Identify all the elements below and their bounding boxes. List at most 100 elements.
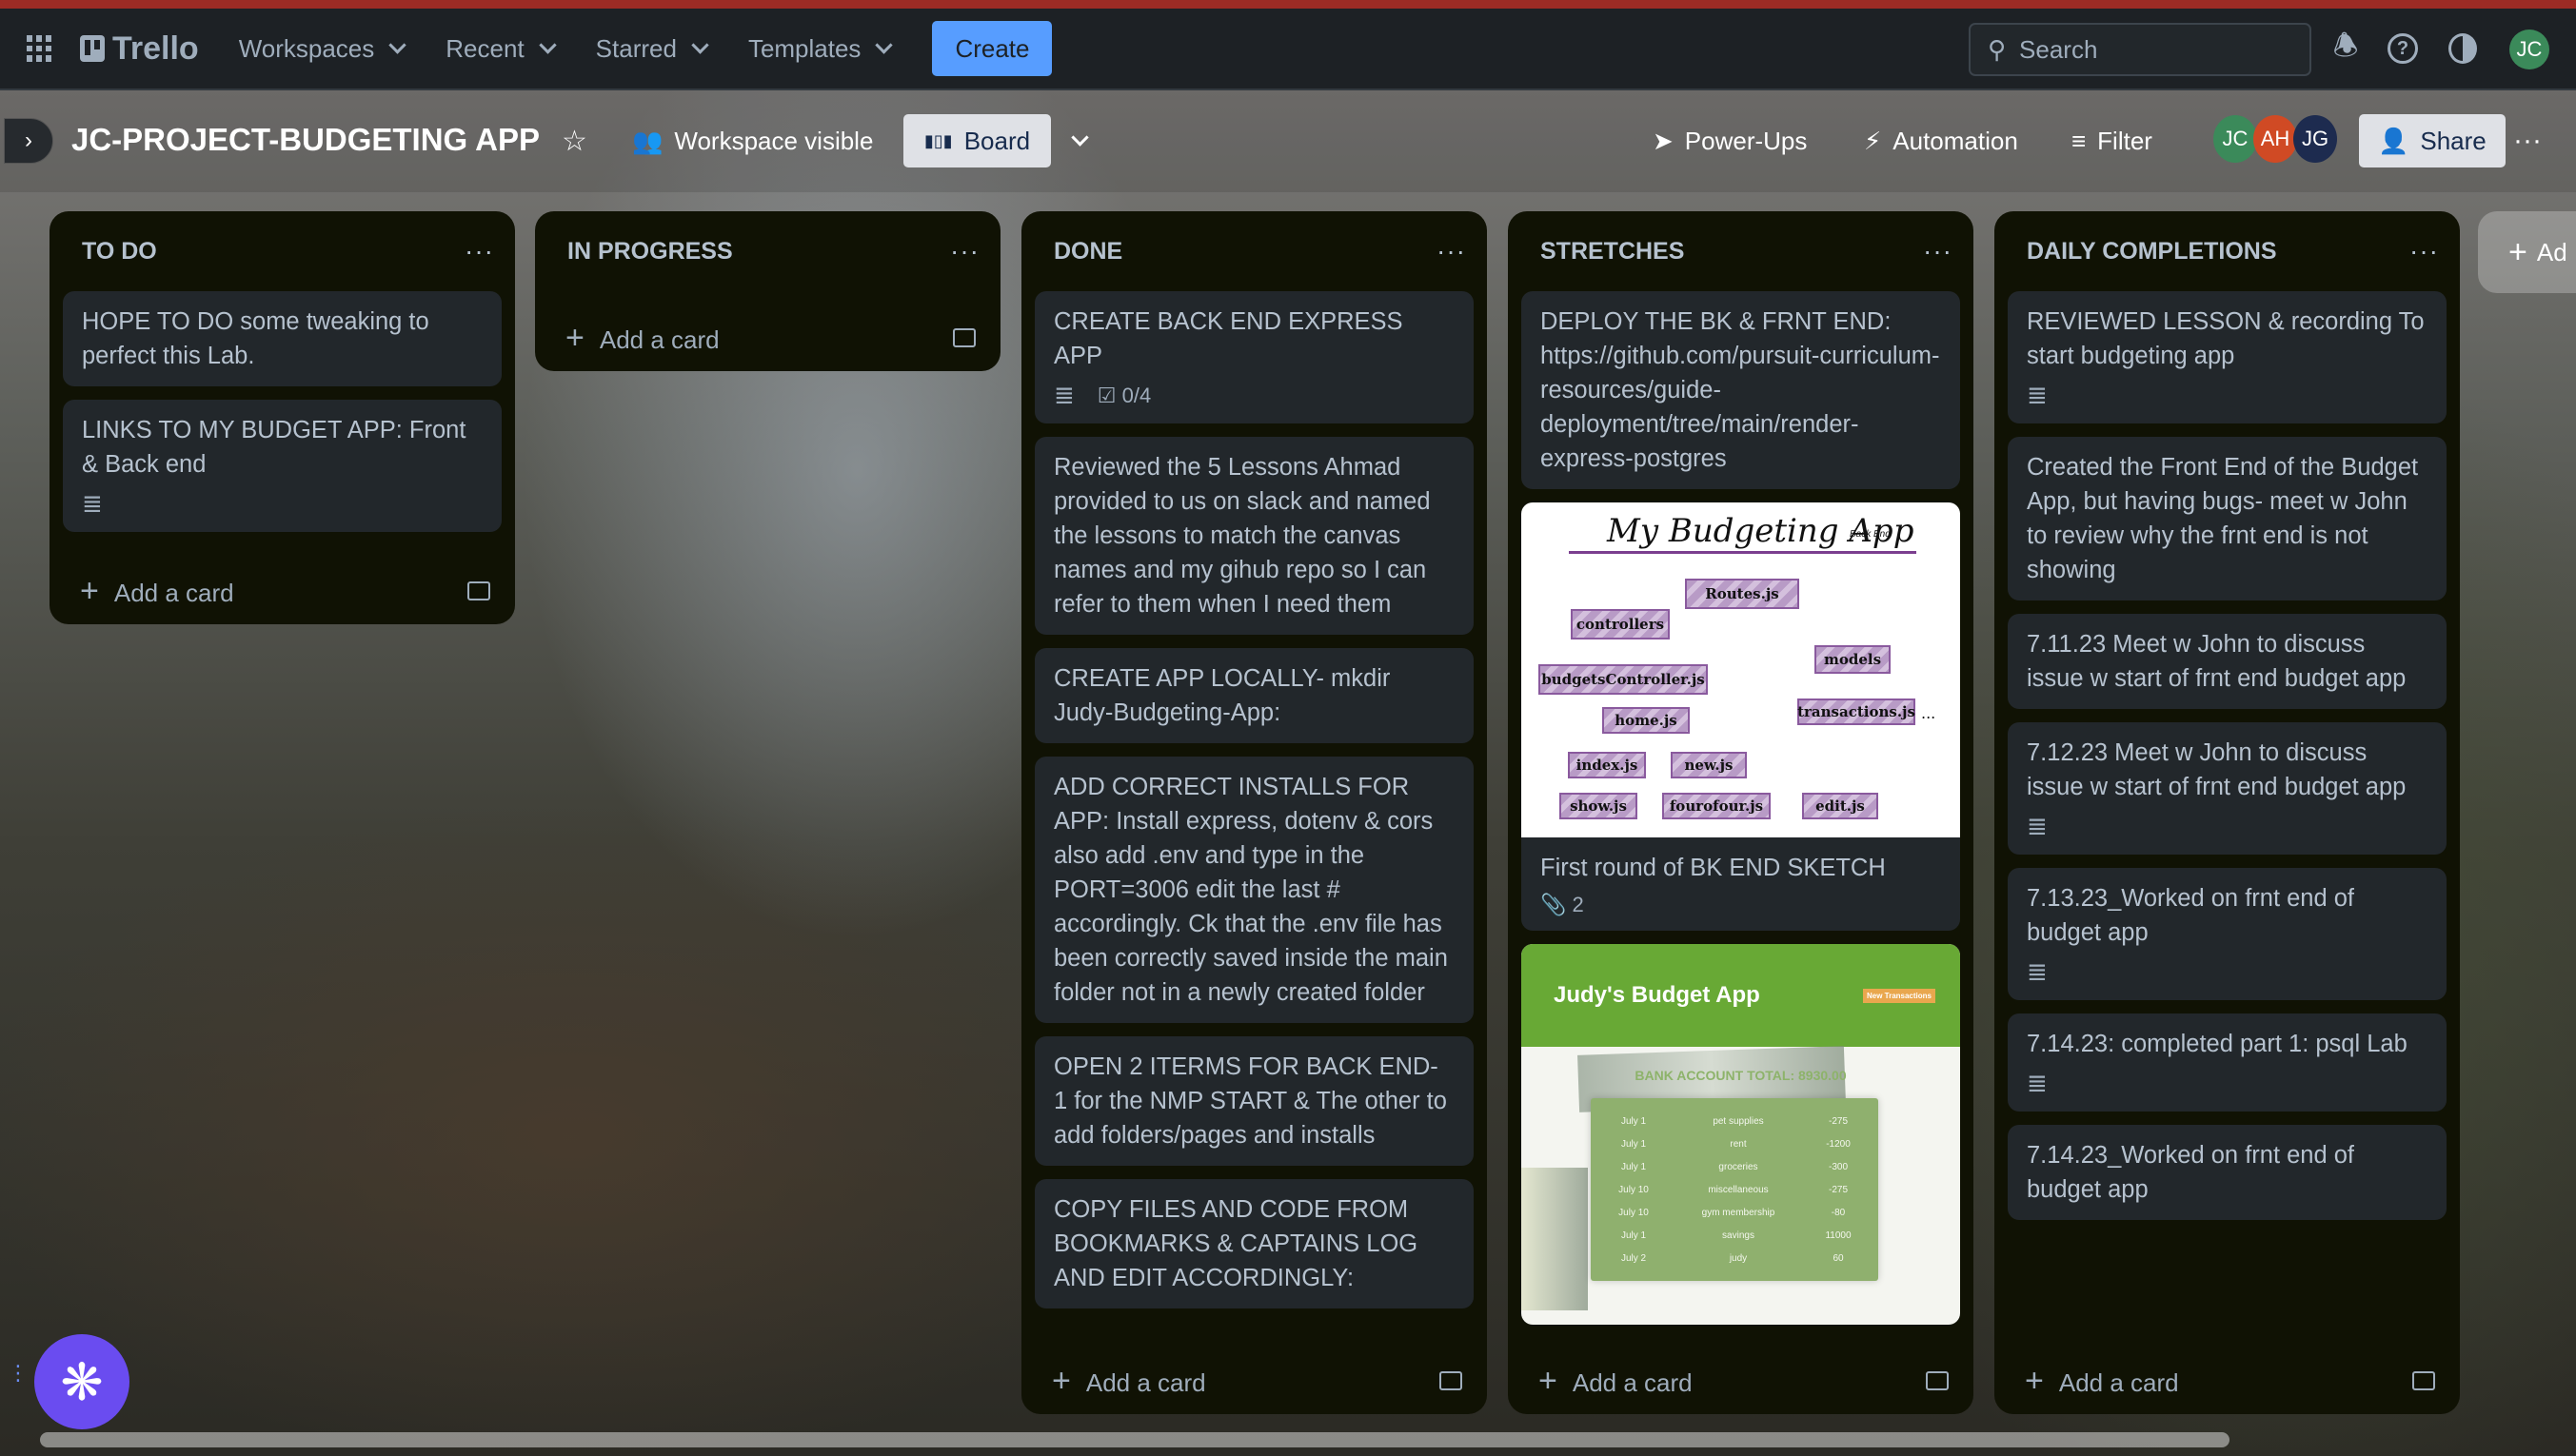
sidebar-expand-button[interactable]: › bbox=[4, 118, 53, 164]
transactions-table: July 1 pet supplies -275 July 1 rent -1200 Jul… bbox=[1591, 1098, 1878, 1281]
list-title[interactable]: STRETCHES bbox=[1540, 238, 1684, 266]
member-avatar[interactable]: AH bbox=[2253, 115, 2297, 163]
money-image bbox=[1521, 1168, 1588, 1310]
card[interactable]: CREATE BACK END EXPRESS APP ≣ ☑ 0/4 bbox=[1035, 291, 1474, 423]
board-view-button[interactable]: ▮▯▮ Board bbox=[903, 114, 1052, 167]
card[interactable]: REVIEWED LESSON & recording To start bud… bbox=[2008, 291, 2447, 423]
automation-label: Automation bbox=[1892, 126, 2018, 155]
card[interactable]: COPY FILES AND CODE FROM BOOKMARKS & CAP… bbox=[1035, 1179, 1474, 1308]
list-title[interactable]: IN PROGRESS bbox=[567, 238, 733, 266]
search-icon: ⚲ bbox=[1988, 34, 2007, 64]
card[interactable]: ADD CORRECT INSTALLS FOR APP: Install ex… bbox=[1035, 757, 1474, 1023]
card-template-icon[interactable] bbox=[467, 581, 490, 600]
card-template-icon[interactable] bbox=[2412, 1371, 2435, 1390]
filter-button[interactable]: ≡ Filter bbox=[2071, 114, 2152, 167]
trello-logo[interactable]: Trello bbox=[80, 30, 199, 68]
card[interactable]: DEPLOY THE BK & FRNT END: https://github… bbox=[1521, 291, 1960, 489]
nav-starred[interactable]: Starred bbox=[596, 34, 709, 64]
power-ups-button[interactable]: ➤ Power-Ups bbox=[1653, 114, 1807, 167]
sketch-subtitle: Back End bbox=[1850, 529, 1891, 540]
list-menu-button[interactable]: ··· bbox=[950, 236, 980, 266]
visibility-label: Workspace visible bbox=[674, 126, 874, 155]
nav-templates[interactable]: Templates bbox=[748, 34, 894, 64]
automation-button[interactable]: ⚡ Automation bbox=[1864, 114, 2018, 167]
card[interactable]: My Budgeting App Back End Routes.js control… bbox=[1521, 502, 1960, 931]
nav-label: Workspaces bbox=[238, 33, 375, 63]
chevron-down-icon bbox=[691, 35, 709, 54]
notifications-bell-icon[interactable]: 🕭 bbox=[2327, 30, 2365, 68]
list-header: TO DO ··· bbox=[50, 211, 515, 291]
card[interactable]: 7.12.23 Meet w John to discuss issue w s… bbox=[2008, 722, 2447, 855]
card-title: OPEN 2 ITERMS FOR BACK END- 1 for the NM… bbox=[1054, 1053, 1447, 1149]
card[interactable]: 7.11.23 Meet w John to discuss issue w s… bbox=[2008, 614, 2447, 709]
add-card-button[interactable]: + Add a card bbox=[1994, 1348, 2460, 1414]
member-avatar[interactable]: JC bbox=[2213, 115, 2257, 163]
theme-icon[interactable] bbox=[2448, 33, 2477, 64]
card[interactable]: LINKS TO MY BUDGET APP: Front & Back end… bbox=[63, 400, 502, 532]
share-button[interactable]: 👤 Share bbox=[2359, 114, 2506, 167]
list-menu-button[interactable]: ··· bbox=[2409, 236, 2439, 266]
add-card-button[interactable]: + Add a card bbox=[535, 305, 1001, 371]
list-title[interactable]: TO DO bbox=[82, 238, 157, 266]
card[interactable]: 7.13.23_Worked on frnt end of budget app… bbox=[2008, 868, 2447, 1000]
card[interactable]: Created the Front End of the Budget App,… bbox=[2008, 437, 2447, 600]
transaction-cell: July 1 bbox=[1620, 1161, 1647, 1172]
nav-recent[interactable]: Recent bbox=[446, 34, 557, 64]
transaction-cell: -275 bbox=[1828, 1115, 1848, 1127]
add-card-button[interactable]: + Add a card bbox=[50, 558, 515, 624]
search-input[interactable]: ⚲ Search bbox=[1969, 23, 2311, 76]
transaction-cell: July 1 bbox=[1620, 1230, 1647, 1241]
user-avatar[interactable]: JC bbox=[2509, 30, 2549, 69]
board-menu-button[interactable]: ··· bbox=[2513, 114, 2542, 167]
add-card-button[interactable]: + Add a card bbox=[1021, 1348, 1487, 1414]
card[interactable]: CREATE APP LOCALLY- mkdir Judy-Budgeting… bbox=[1035, 648, 1474, 743]
add-card-button[interactable]: + Add a card bbox=[1508, 1348, 1973, 1414]
card[interactable]: 7.14.23: completed part 1: psql Lab ≣ bbox=[2008, 1013, 2447, 1112]
create-button[interactable]: Create bbox=[932, 21, 1053, 76]
card[interactable]: Judy's Budget App New Transactions BANK AC… bbox=[1521, 944, 1960, 1325]
transaction-cell: rent bbox=[1730, 1138, 1747, 1150]
help-icon[interactable]: ? bbox=[2388, 33, 2418, 64]
list-header: DONE ··· bbox=[1021, 211, 1487, 291]
list-menu-button[interactable]: ··· bbox=[465, 236, 494, 266]
card-title: ADD CORRECT INSTALLS FOR APP: Install ex… bbox=[1054, 774, 1448, 1006]
card[interactable]: Reviewed the 5 Lessons Ahmad provided to… bbox=[1035, 437, 1474, 635]
transaction-cell: -275 bbox=[1828, 1184, 1848, 1195]
card[interactable]: OPEN 2 ITERMS FOR BACK END- 1 for the NM… bbox=[1035, 1036, 1474, 1166]
transaction-cell: groceries bbox=[1718, 1161, 1758, 1172]
drag-handle-icon[interactable]: ⋮⋮ bbox=[8, 1363, 50, 1384]
add-list-label: Ad bbox=[2536, 237, 2567, 266]
card-title: COPY FILES AND CODE FROM BOOKMARKS & CAP… bbox=[1054, 1196, 1418, 1291]
sketch-box: models bbox=[1814, 645, 1891, 674]
attachment-badge: 📎 2 bbox=[1540, 893, 1584, 917]
card-title: 7.12.23 Meet w John to discuss issue w s… bbox=[2027, 739, 2407, 800]
add-card-label: Add a card bbox=[2058, 1367, 2179, 1397]
star-board-button[interactable]: ☆ bbox=[562, 114, 587, 167]
nav-workspaces[interactable]: Workspaces bbox=[238, 33, 406, 64]
description-icon: ≣ bbox=[2027, 812, 2048, 840]
list-daily-completions: DAILY COMPLETIONS ··· REVIEWED LESSON & re… bbox=[1994, 211, 2460, 1414]
visibility-button[interactable]: 👥 Workspace visible bbox=[632, 114, 873, 167]
list-title[interactable]: DONE bbox=[1054, 238, 1122, 266]
horizontal-scrollbar[interactable] bbox=[40, 1432, 2229, 1447]
add-list-button[interactable]: + Ad bbox=[2478, 211, 2576, 293]
app-switcher-icon[interactable] bbox=[27, 35, 53, 62]
member-avatar[interactable]: JG bbox=[2293, 115, 2337, 163]
list-menu-button[interactable]: ··· bbox=[1437, 236, 1466, 266]
card[interactable]: 7.14.23_Worked on frnt end of budget app bbox=[2008, 1125, 2447, 1220]
list-menu-button[interactable]: ··· bbox=[1923, 236, 1952, 266]
board-title[interactable]: JC-PROJECT-BUDGETING APP bbox=[71, 122, 540, 158]
people-icon: 👥 bbox=[632, 126, 664, 155]
add-card-label: Add a card bbox=[1085, 1367, 1206, 1397]
card-title: 7.14.23: completed part 1: psql Lab bbox=[2027, 1031, 2408, 1057]
chevron-down-icon bbox=[875, 35, 894, 54]
rocket-icon: ➤ bbox=[1653, 126, 1674, 155]
list-title[interactable]: DAILY COMPLETIONS bbox=[2027, 238, 2277, 266]
plus-icon: + bbox=[2508, 233, 2527, 270]
assistant-button[interactable]: ❋ bbox=[34, 1334, 129, 1429]
card-template-icon[interactable] bbox=[1926, 1371, 1949, 1390]
card[interactable]: HOPE TO DO some tweaking to perfect this… bbox=[63, 291, 502, 386]
view-switcher-button[interactable] bbox=[1066, 114, 1089, 167]
card-template-icon[interactable] bbox=[1439, 1371, 1462, 1390]
card-template-icon[interactable] bbox=[953, 328, 976, 347]
